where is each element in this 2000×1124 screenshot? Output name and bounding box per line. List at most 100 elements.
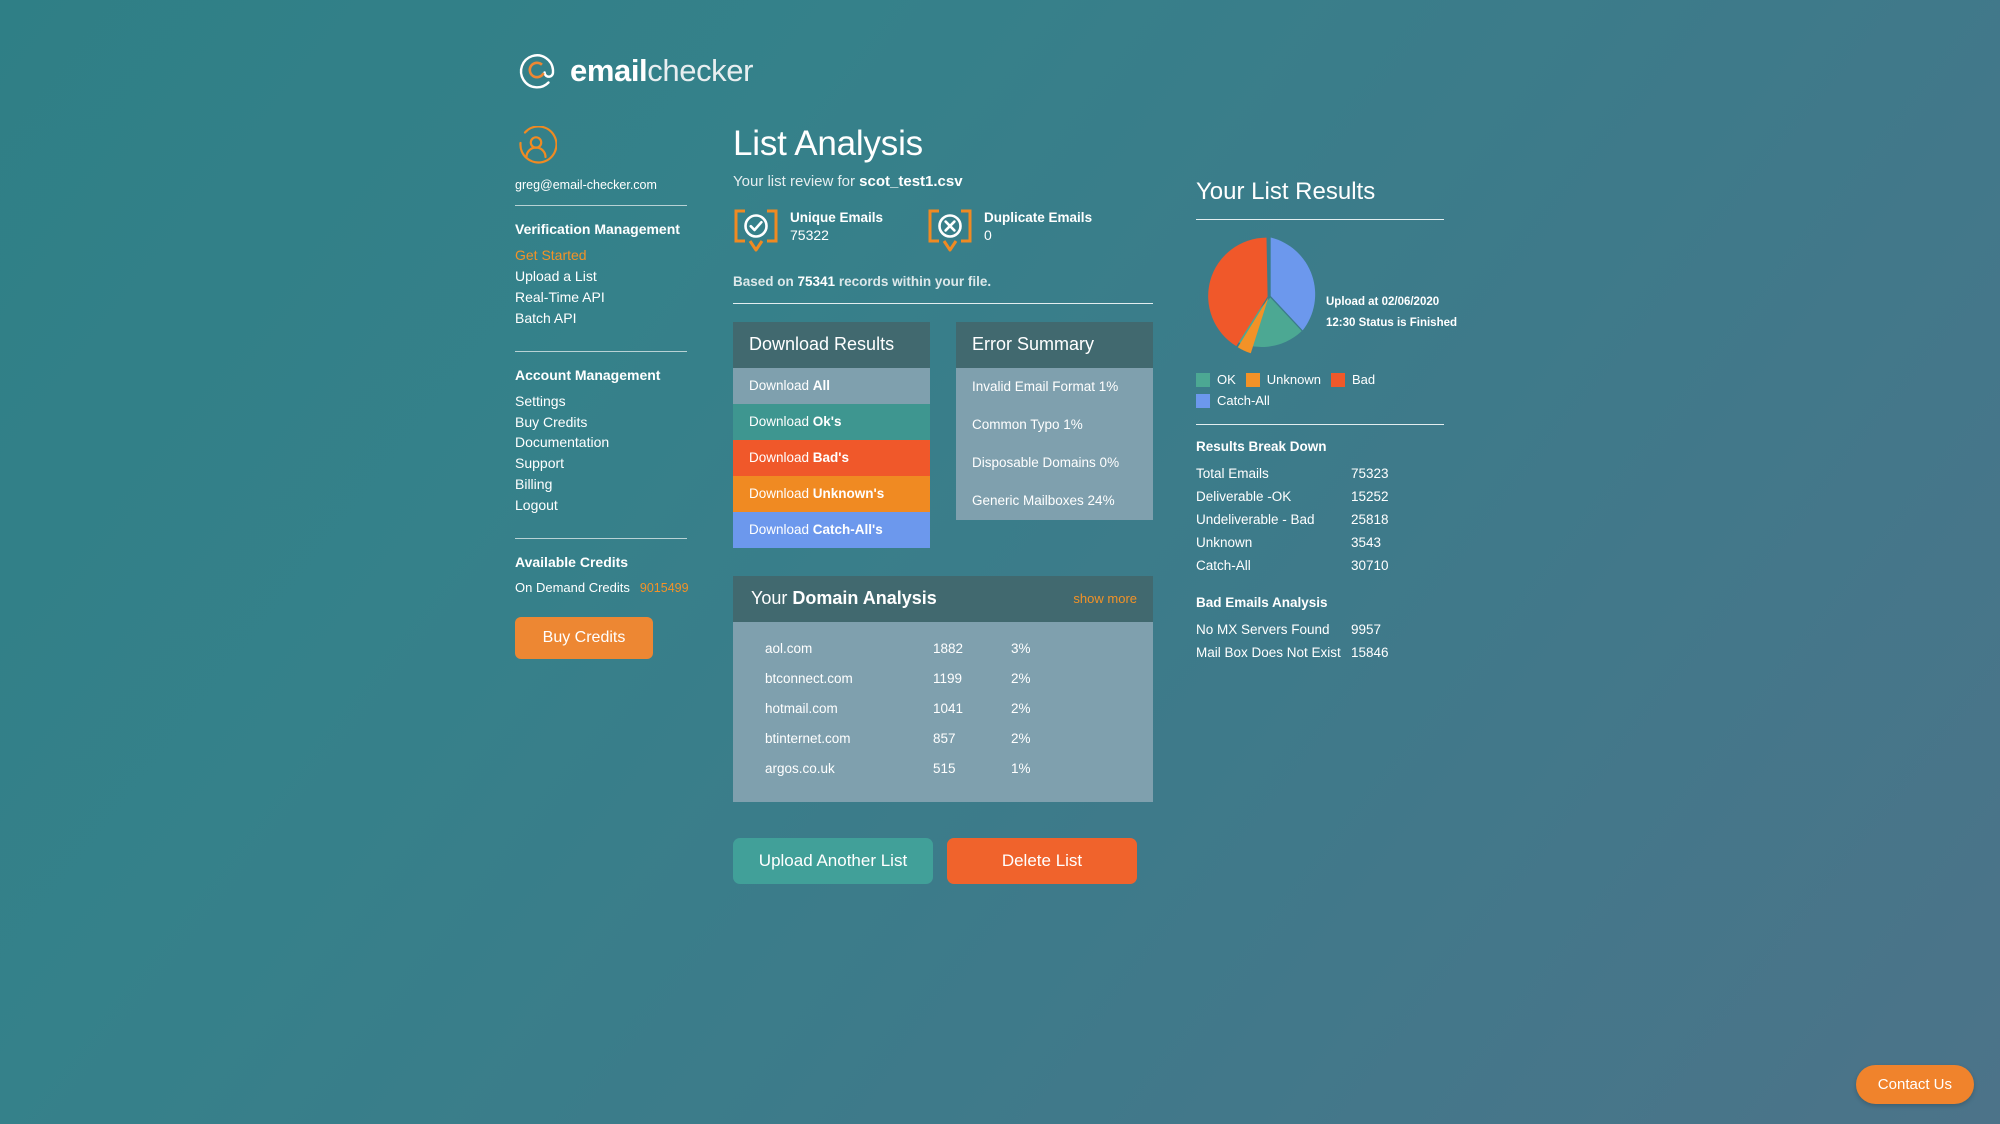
sidebar-heading-account: Account Management bbox=[515, 366, 661, 383]
domain-name: hotmail.com bbox=[765, 700, 838, 716]
sidebar-item-documentation[interactable]: Documentation bbox=[515, 434, 687, 452]
main-content: List Analysis Your list review for scot_… bbox=[733, 125, 1153, 884]
download-catchalls-prefix: Download bbox=[749, 521, 813, 537]
bad-row-mailbox-not-exist: Mail Box Does Not Exist 15846 bbox=[1196, 641, 1444, 664]
download-all-name: All bbox=[812, 377, 831, 393]
sidebar-divider-top bbox=[515, 205, 687, 206]
page-subtitle-prefix: Your list review for bbox=[733, 172, 860, 190]
sidebar-item-get-started[interactable]: Get Started bbox=[515, 247, 687, 265]
error-summary-title: Error Summary bbox=[956, 321, 1153, 368]
domain-percent: 1% bbox=[1011, 760, 1031, 776]
domain-count: 1199 bbox=[933, 670, 963, 686]
breakdown-row-unknown: Unknown 3543 bbox=[1196, 531, 1444, 554]
brand-name-light: checker bbox=[647, 52, 754, 88]
download-results-title: Download Results bbox=[733, 321, 930, 368]
results-divider bbox=[1196, 219, 1444, 220]
bad-value: 9957 bbox=[1351, 622, 1382, 637]
sidebar-item-buy-credits[interactable]: Buy Credits bbox=[515, 414, 687, 432]
page-subtitle: Your list review for scot_test1.csv bbox=[733, 173, 1153, 190]
brand-logo[interactable]: emailchecker bbox=[515, 48, 753, 92]
results-title: Your List Results bbox=[1196, 178, 1376, 205]
domain-analysis-body: aol.com 1882 3% btconnect.com 1199 2% ho… bbox=[733, 621, 1153, 802]
legend-swatch-bad bbox=[1331, 372, 1345, 387]
legend-item-unknown: Unknown bbox=[1245, 372, 1321, 387]
breakdown-key: Deliverable -OK bbox=[1196, 489, 1292, 504]
stat-duplicate-emails: Duplicate Emails 0 bbox=[927, 208, 1092, 252]
domain-analysis-title-light: Your bbox=[751, 587, 793, 608]
on-demand-credits-row: On Demand Credits 9015499 bbox=[515, 580, 689, 596]
domain-percent: 2% bbox=[1011, 730, 1031, 746]
download-oks-prefix: Download bbox=[749, 413, 813, 429]
table-row: argos.co.uk 515 1% bbox=[733, 754, 1153, 784]
breakdown-row-undeliverable-bad: Undeliverable - Bad 25818 bbox=[1196, 508, 1444, 531]
domain-percent: 2% bbox=[1011, 700, 1031, 716]
legend-item-catch-all: Catch-All bbox=[1196, 393, 1270, 408]
based-on-suffix: records within your file. bbox=[835, 273, 992, 289]
stat-duplicate-emails-label: Duplicate Emails bbox=[984, 209, 1093, 225]
domain-name: btinternet.com bbox=[765, 730, 851, 746]
at-sign-circle-icon bbox=[519, 54, 555, 89]
sidebar-item-batch-api[interactable]: Batch API bbox=[515, 310, 687, 328]
download-unknowns-row[interactable]: Download Unknown's bbox=[733, 475, 930, 512]
main-divider bbox=[733, 302, 1153, 304]
download-catchalls-row[interactable]: Download Catch-All's bbox=[733, 511, 930, 548]
sidebar-divider-bottom bbox=[515, 538, 687, 540]
bad-row-no-mx-servers: No MX Servers Found 9957 bbox=[1196, 618, 1444, 641]
domain-percent: 2% bbox=[1011, 670, 1031, 686]
contact-us-button[interactable]: Contact Us bbox=[1855, 1065, 1974, 1104]
buy-credits-button[interactable]: Buy Credits bbox=[515, 617, 653, 660]
legend-label-bad: Bad bbox=[1352, 372, 1376, 387]
results-sidebar: Your List Results Upload at 02/06/2020 1… bbox=[1196, 178, 1457, 664]
user-avatar-icon bbox=[519, 126, 557, 164]
sidebar-item-upload-a-list[interactable]: Upload a List bbox=[515, 268, 687, 286]
domain-name: aol.com bbox=[765, 640, 813, 656]
legend-swatch-catch-all bbox=[1196, 393, 1210, 408]
sidebar-item-billing[interactable]: Billing bbox=[515, 476, 687, 494]
domain-analysis-panel: Your Domain Analysis show more aol.com 1… bbox=[733, 575, 1153, 802]
breakdown-value: 25818 bbox=[1351, 512, 1389, 527]
sidebar-item-real-time-api[interactable]: Real-Time API bbox=[515, 289, 687, 307]
delete-list-button[interactable]: Delete List bbox=[947, 837, 1137, 884]
table-row: btconnect.com 1199 2% bbox=[733, 664, 1153, 694]
breakdown-value: 75323 bbox=[1351, 466, 1389, 481]
bad-value: 15846 bbox=[1351, 645, 1389, 660]
bottom-actions: Upload Another List Delete List bbox=[733, 837, 1153, 884]
legend-label-ok: OK bbox=[1217, 372, 1236, 387]
download-unknowns-name: Unknown's bbox=[812, 485, 885, 501]
domain-percent: 3% bbox=[1011, 640, 1031, 656]
domain-name: btconnect.com bbox=[765, 670, 853, 686]
breakdown-value: 15252 bbox=[1351, 489, 1389, 504]
pie-chart-area: Upload at 02/06/2020 12:30 Status is Fin… bbox=[1196, 236, 1457, 368]
on-demand-credits-label: On Demand Credits bbox=[515, 580, 630, 596]
domain-analysis-title-bold: Domain Analysis bbox=[792, 587, 937, 608]
error-summary-panel: Error Summary Invalid Email Format 1% Co… bbox=[956, 321, 1153, 548]
bad-emails-analysis-heading: Bad Emails Analysis bbox=[1196, 595, 1328, 610]
user-email: greg@email-checker.com bbox=[515, 178, 657, 192]
bad-key: Mail Box Does Not Exist bbox=[1196, 645, 1341, 660]
page-subtitle-filename: scot_test1.csv bbox=[859, 172, 963, 190]
legend-item-ok: OK bbox=[1196, 372, 1236, 387]
download-catchalls-name: Catch-All's bbox=[812, 521, 883, 537]
panels-row: Download Results Download All Download O… bbox=[733, 321, 1153, 548]
download-all-row[interactable]: Download All bbox=[733, 367, 930, 404]
legend-label-unknown: Unknown bbox=[1266, 372, 1321, 387]
sidebar-item-support[interactable]: Support bbox=[515, 455, 687, 473]
chart-annotations: Upload at 02/06/2020 12:30 Status is Fin… bbox=[1326, 292, 1457, 335]
sidebar-divider-middle bbox=[515, 350, 687, 352]
error-row-invalid-format: Invalid Email Format 1% bbox=[972, 378, 1119, 394]
sidebar-item-settings[interactable]: Settings bbox=[515, 393, 687, 411]
check-bubble-icon bbox=[734, 209, 778, 252]
sidebar-item-logout[interactable]: Logout bbox=[515, 497, 687, 515]
results-spacer bbox=[1196, 577, 1444, 595]
based-on-prefix: Based on bbox=[733, 273, 798, 289]
table-row: aol.com 1882 3% bbox=[733, 634, 1153, 664]
upload-another-list-button[interactable]: Upload Another List bbox=[733, 837, 933, 884]
download-bads-row[interactable]: Download Bad's bbox=[733, 439, 930, 476]
download-oks-row[interactable]: Download Ok's bbox=[733, 403, 930, 440]
show-more-link[interactable]: show more bbox=[1073, 591, 1137, 606]
legend-swatch-unknown bbox=[1245, 372, 1260, 387]
bad-key: No MX Servers Found bbox=[1196, 622, 1330, 637]
cross-bubble-icon bbox=[928, 209, 972, 252]
error-row-common-typo: Common Typo 1% bbox=[972, 416, 1083, 432]
